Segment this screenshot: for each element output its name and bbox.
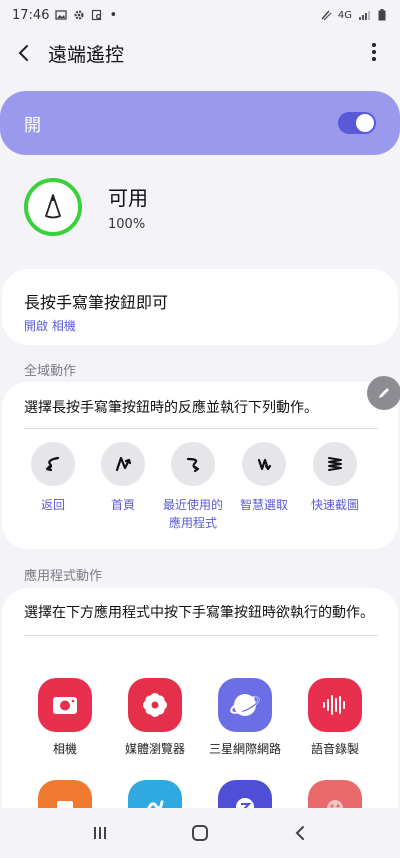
pen-battery-level: 100% xyxy=(108,217,146,232)
back-arrow-icon xyxy=(18,45,28,61)
app-camera[interactable]: 相機 xyxy=(20,678,110,757)
master-switch-bar[interactable]: 開 xyxy=(0,91,400,155)
home-icon xyxy=(192,825,208,841)
back-button[interactable] xyxy=(0,30,48,76)
action-label: 最近使用的 應用程式 xyxy=(162,498,223,530)
recents-button[interactable] xyxy=(80,813,120,853)
app-label: 三星網際網路 xyxy=(208,742,281,756)
app-actions-description: 選擇在下方應用程式中按下手寫筆按鈕時欲執行的動作。 xyxy=(24,602,378,636)
more-vert-icon xyxy=(372,43,376,61)
pen-status-title: 可用 xyxy=(108,186,148,210)
action-smart-select[interactable]: 智慧選取 xyxy=(228,442,300,514)
home-button[interactable] xyxy=(180,813,220,853)
more-options-button[interactable] xyxy=(362,40,386,64)
gesture-screenshot-icon xyxy=(313,442,357,486)
voice-recorder-icon xyxy=(308,678,362,732)
app-actions-card: 選擇在下方應用程式中按下手寫筆按鈕時欲執行的動作。 相機 媒體瀏覽器 三星網際網… xyxy=(2,588,398,834)
hold-title: 長按手寫筆按鈕即可 xyxy=(24,293,169,312)
action-screenshot[interactable]: 快速截圖 xyxy=(299,442,371,514)
global-actions-description: 選擇長按手寫筆按鈕時的反應並執行下列動作。 xyxy=(24,397,378,429)
action-back[interactable]: 返回 xyxy=(17,442,89,514)
nav-back-button[interactable] xyxy=(280,813,320,853)
status-dot: • xyxy=(109,7,118,23)
gallery-flower-icon xyxy=(128,678,182,732)
hold-button-card[interactable]: 長按手寫筆按鈕即可 開啟 相機 xyxy=(2,269,398,345)
action-label: 首頁 xyxy=(110,498,135,512)
settings-gear-icon xyxy=(73,9,85,21)
status-time: 17:46 xyxy=(12,7,50,23)
pencil-icon xyxy=(379,388,389,398)
gesture-back-icon xyxy=(31,442,75,486)
toggle-knob xyxy=(356,114,374,132)
nav-back-icon xyxy=(295,826,304,840)
camera-icon xyxy=(38,678,92,732)
gesture-recent-icon xyxy=(171,442,215,486)
pen-status: 可用 100% xyxy=(24,176,364,238)
edit-fab[interactable] xyxy=(367,376,400,410)
app-voice-recorder[interactable]: 語音錄製 xyxy=(290,678,380,757)
app-actions-header: 應用程式動作 xyxy=(24,569,103,584)
action-label: 快速截圖 xyxy=(310,498,359,512)
status-bar: 17:46 • 4G xyxy=(0,0,400,30)
action-recent-apps[interactable]: 最近使用的 應用程式 xyxy=(157,442,229,532)
master-toggle[interactable] xyxy=(338,112,376,134)
internet-planet-icon xyxy=(218,678,272,732)
gesture-home-icon xyxy=(101,442,145,486)
app-bar: 遠端遙控 xyxy=(0,30,400,76)
global-actions-card: 選擇長按手寫筆按鈕時的反應並執行下列動作。 返回 首頁 最近使用的 應用程式 智… xyxy=(2,382,398,549)
image-icon xyxy=(55,9,68,21)
screenshot-search-icon xyxy=(91,9,103,21)
app-label: 媒體瀏覽器 xyxy=(124,742,185,756)
page-title: 遠端遙控 xyxy=(48,43,125,66)
action-label: 智慧選取 xyxy=(239,498,288,512)
pen-mute-icon xyxy=(320,9,332,21)
battery-icon xyxy=(376,9,388,21)
network-type: 4G xyxy=(337,9,352,21)
s-pen-icon xyxy=(45,194,61,219)
signal-icon xyxy=(358,9,370,21)
master-switch-label: 開 xyxy=(24,115,41,136)
action-label: 返回 xyxy=(40,498,65,512)
app-gallery[interactable]: 媒體瀏覽器 xyxy=(110,678,200,757)
app-internet[interactable]: 三星網際網路 xyxy=(200,678,290,757)
s-pen-battery-ring xyxy=(24,178,82,236)
hold-subtitle: 開啟 相機 xyxy=(24,319,76,333)
app-label: 語音錄製 xyxy=(310,742,359,756)
global-actions-header: 全域動作 xyxy=(24,364,77,379)
recents-icon xyxy=(94,827,106,839)
gesture-smart-select-icon xyxy=(242,442,286,486)
app-label: 相機 xyxy=(52,742,77,756)
navigation-bar xyxy=(0,808,400,858)
action-home[interactable]: 首頁 xyxy=(87,442,159,514)
